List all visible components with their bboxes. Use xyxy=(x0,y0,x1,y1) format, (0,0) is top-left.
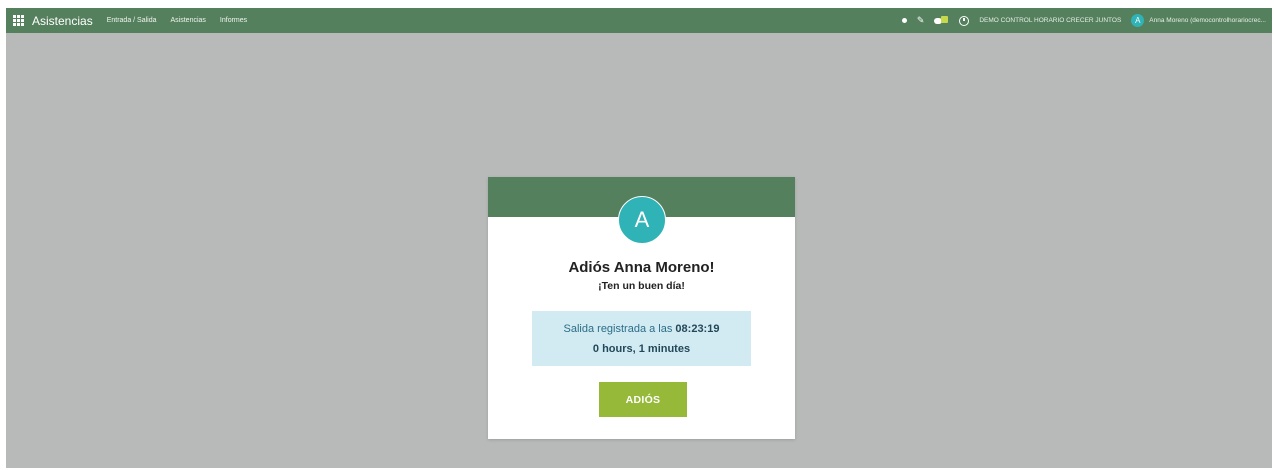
checkout-info-box: Salida registrada a las 08:23:19 0 hours… xyxy=(532,311,751,366)
top-navbar: Asistencias Entrada / Salida Asistencias… xyxy=(6,8,1272,33)
checkout-time: 08:23:19 xyxy=(675,323,720,335)
navbar-systray: ✎ DEMO CONTROL HORARIO CRECER JUNTOS A A… xyxy=(892,8,1272,33)
menu-item-check-in-out[interactable]: Entrada / Salida xyxy=(107,17,157,24)
pencil-icon[interactable]: ✎ xyxy=(917,16,925,25)
apps-grid-icon[interactable] xyxy=(13,15,24,26)
user-avatar: A xyxy=(1131,14,1145,27)
employee-avatar: A xyxy=(618,196,666,244)
menu-item-attendances[interactable]: Asistencias xyxy=(171,17,206,24)
menu-item-reports[interactable]: Informes xyxy=(220,17,247,24)
app-name[interactable]: Asistencias xyxy=(32,14,93,28)
company-switcher[interactable]: DEMO CONTROL HORARIO CRECER JUNTOS xyxy=(979,17,1121,24)
goodbye-button[interactable]: ADIÓS xyxy=(599,382,687,417)
user-menu[interactable]: A Anna Moreno (democontrolhorariocrec... xyxy=(1131,14,1266,27)
goodbye-heading: Adiós Anna Moreno! xyxy=(568,259,715,276)
clock-icon[interactable] xyxy=(959,15,970,26)
checkout-label: Salida registrada a las xyxy=(563,323,673,335)
chat-icon[interactable] xyxy=(934,15,949,26)
goodbye-subheading: ¡Ten un buen día! xyxy=(598,280,685,292)
worked-duration: 0 hours, 1 minutes xyxy=(592,343,691,355)
checkout-time-line: Salida registrada a las 08:23:19 xyxy=(532,323,751,335)
app-window: Asistencias Entrada / Salida Asistencias… xyxy=(6,8,1272,468)
user-name: Anna Moreno (democontrolhorariocrec... xyxy=(1149,17,1266,24)
dot-icon[interactable] xyxy=(901,18,907,23)
checkout-card: A Adiós Anna Moreno! ¡Ten un buen día! S… xyxy=(488,177,795,439)
